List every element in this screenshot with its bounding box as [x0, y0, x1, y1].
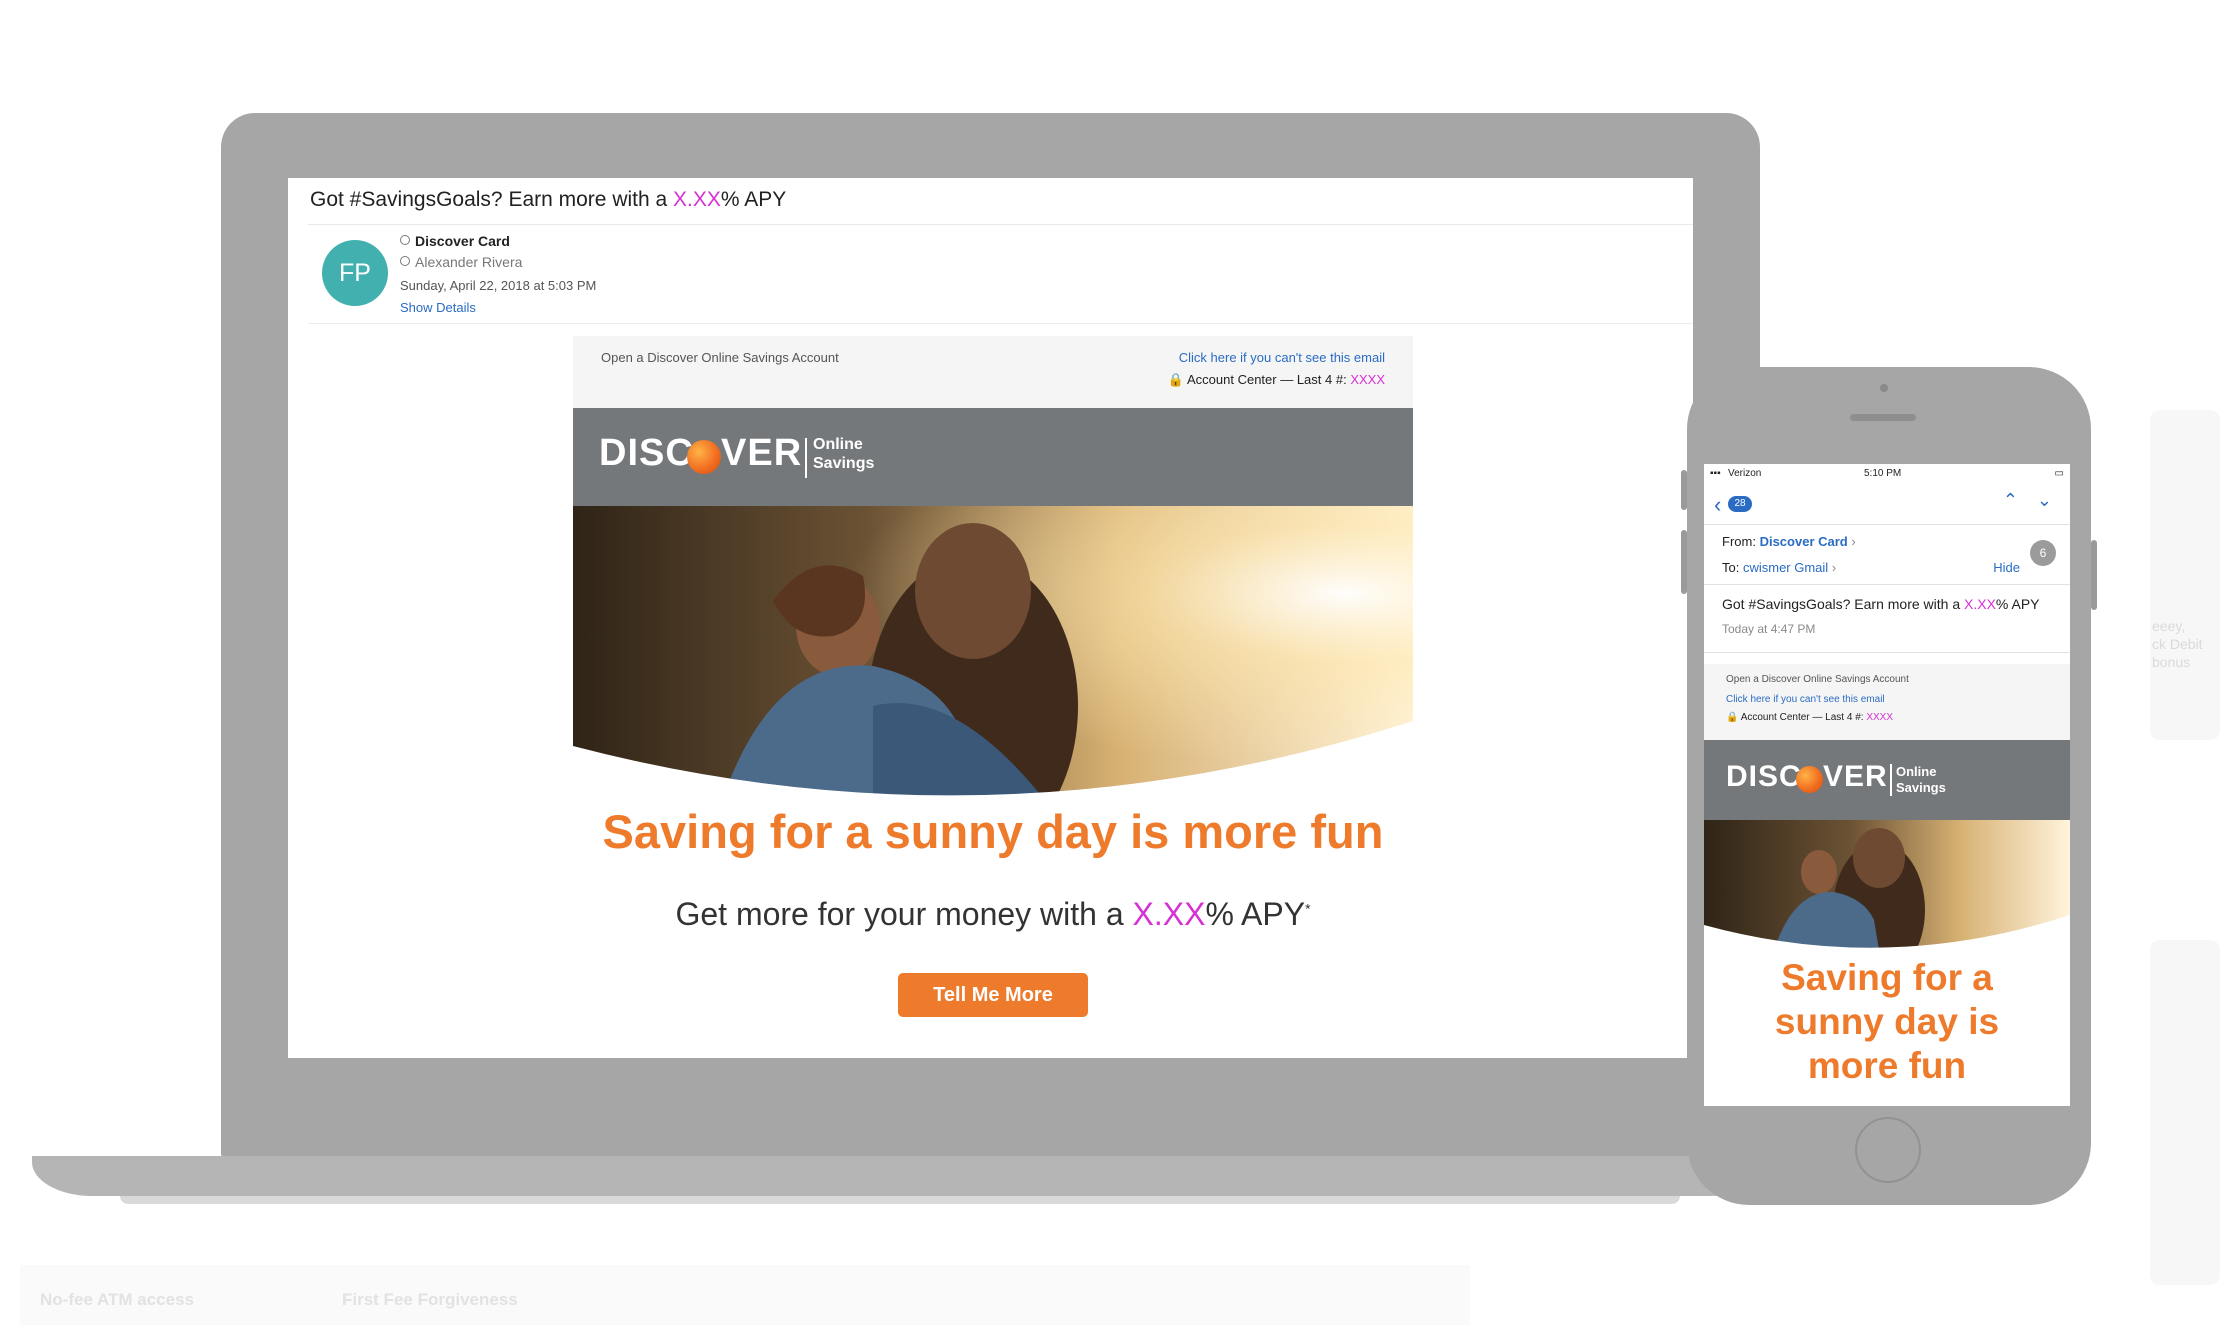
phone-volume-button [1681, 530, 1687, 594]
phone-subject: Got #SavingsGoals? Earn more with a X.XX… [1722, 596, 2040, 612]
chevron-right-icon: › [1851, 534, 1856, 549]
lock-icon: 🔒 [1167, 372, 1185, 387]
status-circle-icon [400, 256, 410, 266]
lock-icon: 🔒 [1726, 712, 1739, 723]
brand-banner: DISC VER Online Savings [573, 408, 1413, 506]
logo-separator [805, 438, 807, 478]
email-body: Open a Discover Online Savings Account C… [573, 336, 1413, 1058]
email-headline: Saving for a sunny day is more fun [602, 805, 1384, 858]
email-preheader: Open a Discover Online Savings Account C… [573, 336, 1413, 408]
hero-photo-father-daughter [573, 506, 1413, 798]
phone-headline: Saving for a sunny day is more fun [1774, 957, 2000, 1086]
phone-status-bar: ▪▪▪ Verizon 5:10 PM ▭ [1710, 468, 2064, 479]
divider [1704, 524, 2070, 525]
tell-me-more-button[interactable]: Tell Me More [898, 973, 1088, 1017]
divider [308, 224, 1693, 225]
sender-name[interactable]: Discover Card [400, 233, 510, 249]
phone-received-time: Today at 4:47 PM [1722, 622, 1816, 636]
sender-avatar: FP [322, 240, 388, 306]
to-recipient-link[interactable]: cwismer Gmail [1743, 560, 1828, 575]
background-side-text: eeey, ck Debit bonus [2152, 618, 2203, 670]
divider [1704, 652, 2070, 653]
laptop-base [32, 1156, 1770, 1196]
phone-preheader: Open a Discover Online Savings Account C… [1704, 664, 2070, 740]
phone-hero-photo [1704, 820, 2070, 950]
recipient-name[interactable]: Alexander Rivera [400, 254, 522, 270]
email-subject: Got #SavingsGoals? Earn more with a X.XX… [310, 188, 787, 211]
battery-icon: ▭ [2054, 468, 2064, 479]
next-message-icon[interactable]: ⌄ [2037, 490, 2052, 511]
show-details-link[interactable]: Show Details [400, 300, 476, 315]
chevron-right-icon: › [1831, 560, 1837, 575]
discover-dot-icon [687, 440, 721, 474]
phone-account-center-link[interactable]: 🔒 Account Center — Last 4 #: XXXX [1726, 712, 1893, 723]
phone-power-button [2091, 540, 2097, 610]
back-chevron-icon[interactable]: ‹ [1714, 492, 1721, 518]
laptop-email-client: Got #SavingsGoals? Earn more with a X.XX… [288, 178, 1693, 1058]
phone-view-in-browser-link[interactable]: Click here if you can't see this email [1726, 694, 1885, 705]
view-in-browser-link[interactable]: Click here if you can't see this email [1179, 350, 1385, 365]
background-card [2150, 410, 2220, 740]
background-feature-fee: First Fee Forgiveness [342, 1290, 518, 1309]
background-feature-atm: No-fee ATM access [40, 1290, 194, 1309]
inbox-count-badge[interactable]: 28 [1728, 496, 1752, 512]
divider [1704, 584, 2070, 585]
status-circle-icon [400, 235, 410, 245]
background-feature-strip [20, 1265, 1470, 1325]
from-line: From: Discover Card › [1722, 534, 1856, 549]
signal-icon: ▪▪▪ [1710, 468, 1721, 479]
hide-details-link[interactable]: Hide [1993, 560, 2020, 575]
phone-speaker [1850, 414, 1916, 421]
previous-message-icon[interactable]: ⌃ [2003, 490, 2018, 511]
preheader-text: Open a Discover Online Savings Account [601, 350, 839, 365]
divider [308, 323, 1693, 324]
to-line: To: cwismer Gmail › [1722, 560, 1837, 575]
phone-mail-app: ▪▪▪ Verizon 5:10 PM ▭ ‹ 28 ⌃ ⌄ From: Dis… [1704, 464, 2070, 1106]
phone-side-button [1681, 470, 1687, 510]
from-sender-link[interactable]: Discover Card [1760, 534, 1848, 549]
phone-brand-banner: DISC VER Online Savings [1704, 740, 2070, 820]
discover-dot-icon [1796, 766, 1823, 793]
account-center-link[interactable]: 🔒 Account Center — Last 4 #: XXXX [1168, 372, 1385, 388]
message-count-badge: 6 [2030, 540, 2056, 566]
email-subline: Get more for your money with a X.XX% APY… [675, 896, 1311, 932]
email-date: Sunday, April 22, 2018 at 5:03 PM [400, 278, 597, 293]
logo-separator [1890, 764, 1892, 796]
phone-camera [1880, 384, 1888, 392]
background-card [2150, 940, 2220, 1285]
laptop-base-edge [120, 1196, 1680, 1204]
phone-home-button[interactable] [1855, 1117, 1921, 1183]
